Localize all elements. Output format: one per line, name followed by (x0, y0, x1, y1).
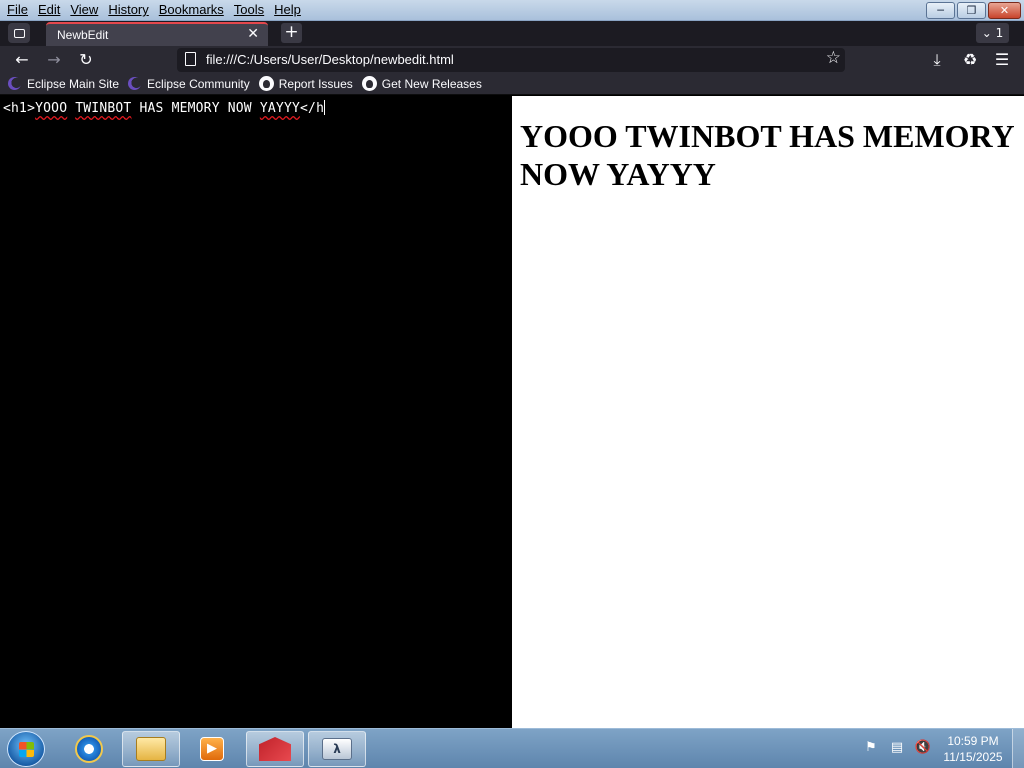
menu-view[interactable]: View (65, 2, 103, 18)
new-tab-button[interactable]: + (281, 23, 302, 43)
taskbar-browser[interactable] (246, 731, 304, 767)
menu-file[interactable]: File (2, 2, 33, 18)
menu-edit[interactable]: Edit (33, 2, 65, 18)
tab-newbedit[interactable]: NewbEdit ✕ (46, 22, 268, 46)
navigation-toolbar: ← → ↻ file:///C:/Users/User/Desktop/newb… (0, 46, 1024, 73)
misspelled-word: YOOO (35, 101, 68, 116)
misspelled-word: TWINBOT (75, 101, 132, 116)
extensions-button[interactable]: ♻ (959, 49, 981, 71)
firefox-view-button[interactable] (8, 23, 30, 43)
arrow-right-icon: → (47, 50, 61, 69)
action-center-flag-icon[interactable]: ⚑ (862, 739, 880, 757)
internet-explorer-icon (75, 735, 103, 763)
hamburger-icon: ☰ (994, 50, 1010, 69)
chevron-down-icon: ⌄ (981, 26, 992, 40)
list-all-tabs-button[interactable]: ⌄ 1 (976, 23, 1009, 43)
taskbar-app[interactable]: λ (308, 731, 366, 767)
folder-icon (136, 737, 166, 761)
tab-bar: NewbEdit ✕ + ⌄ 1 (0, 21, 1024, 46)
bookmark-label: Get New Releases (381, 76, 482, 91)
windows-logo-icon (19, 742, 34, 757)
close-icon: ✕ (999, 4, 1010, 17)
puzzle-icon: ♻ (962, 50, 978, 69)
clock-date: 11/15/2025 (943, 750, 1003, 764)
plus-icon: + (284, 22, 299, 42)
github-icon (361, 76, 377, 91)
bookmark-eclipse-community[interactable]: Eclipse Community (128, 77, 250, 91)
github-icon (258, 76, 274, 91)
back-button[interactable]: ← (11, 49, 33, 71)
bookmark-label: Eclipse Main Site (27, 76, 120, 91)
bookmark-label: Eclipse Community (147, 76, 250, 91)
clock-time: 10:59 PM (947, 734, 999, 748)
bookmark-get-new-releases[interactable]: Get New Releases (361, 76, 482, 91)
restore-button[interactable]: ❐ (957, 2, 986, 19)
tab-close-icon[interactable]: ✕ (247, 26, 259, 42)
preview-heading: YOOO TWINBOT HAS MEMORY NOW YAYYY (520, 118, 1014, 192)
code-editor[interactable]: <h1>YOOO TWINBOT HAS MEMORY NOW YAYYY</h (0, 96, 512, 728)
menu-bar: File Edit View History Bookmarks Tools H… (2, 2, 306, 18)
eclipse-icon (128, 77, 142, 90)
restore-icon: ❐ (966, 4, 977, 17)
window-titlebar: File Edit View History Bookmarks Tools H… (0, 0, 1024, 21)
eclipse-icon (8, 77, 21, 90)
minimize-icon: ─ (937, 4, 944, 17)
code-prefix: <h1> (3, 101, 36, 116)
editor-text[interactable]: <h1>YOOO TWINBOT HAS MEMORY NOW YAYYY</h (3, 100, 326, 116)
url-bar[interactable]: file:///C:/Users/User/Desktop/newbedit.h… (177, 48, 845, 72)
code-text: HAS MEMORY NOW (131, 101, 260, 116)
misspelled-word: YAYYY (259, 101, 301, 116)
application-icon: λ (322, 738, 352, 760)
system-clock[interactable]: 10:59 PM 11/15/2025 (940, 733, 1006, 765)
tab-count: 1 (995, 26, 1004, 40)
menu-history[interactable]: History (103, 2, 153, 18)
reload-icon: ↻ (79, 50, 93, 69)
start-button[interactable] (7, 731, 45, 767)
window-controls: ─ ❐ ✕ (926, 2, 1021, 19)
media-player-icon: ▶ (200, 737, 224, 761)
taskbar: ▶ λ ⚑ ▤ 🔇 10:59 PM 11/15/2025 (0, 728, 1024, 768)
menu-help[interactable]: Help (269, 2, 306, 18)
system-tray: ⚑ ▤ 🔇 (862, 739, 932, 757)
show-desktop-button[interactable] (1012, 729, 1024, 768)
arrow-left-icon: ← (15, 50, 29, 69)
menu-tools[interactable]: Tools (229, 2, 269, 18)
html-preview: YOOO TWINBOT HAS MEMORY NOW YAYYY (512, 96, 1024, 728)
download-icon: ⤓ (933, 50, 941, 69)
taskbar-file-explorer[interactable] (122, 731, 180, 767)
page-icon (185, 52, 196, 66)
network-icon[interactable]: ▤ (888, 739, 906, 757)
forward-button[interactable]: → (43, 49, 65, 71)
menu-bookmarks[interactable]: Bookmarks (154, 2, 229, 18)
reload-button[interactable]: ↻ (75, 49, 97, 71)
browser-app-icon (259, 737, 291, 761)
bookmark-star-icon[interactable]: ☆ (826, 48, 841, 68)
tab-title: NewbEdit (57, 28, 109, 42)
volume-muted-icon[interactable]: 🔇 (914, 739, 932, 757)
taskbar-media-player[interactable]: ▶ (183, 731, 241, 767)
menu-button[interactable]: ☰ (991, 49, 1013, 71)
bookmark-eclipse-main-site[interactable]: Eclipse Main Site (8, 77, 119, 91)
firefox-view-icon (13, 28, 25, 38)
url-text[interactable]: file:///C:/Users/User/Desktop/newbedit.h… (206, 52, 454, 67)
minimize-button[interactable]: ─ (926, 2, 955, 19)
bookmark-report-issues[interactable]: Report Issues (258, 76, 353, 91)
text-caret (324, 100, 326, 115)
code-suffix: </h (300, 101, 325, 116)
taskbar-internet-explorer[interactable] (60, 731, 118, 767)
downloads-button[interactable]: ⤓ (926, 49, 948, 71)
bookmarks-toolbar: Eclipse Main Site Eclipse Community Repo… (0, 73, 1024, 95)
close-window-button[interactable]: ✕ (988, 2, 1021, 19)
bookmark-label: Report Issues (278, 76, 353, 91)
